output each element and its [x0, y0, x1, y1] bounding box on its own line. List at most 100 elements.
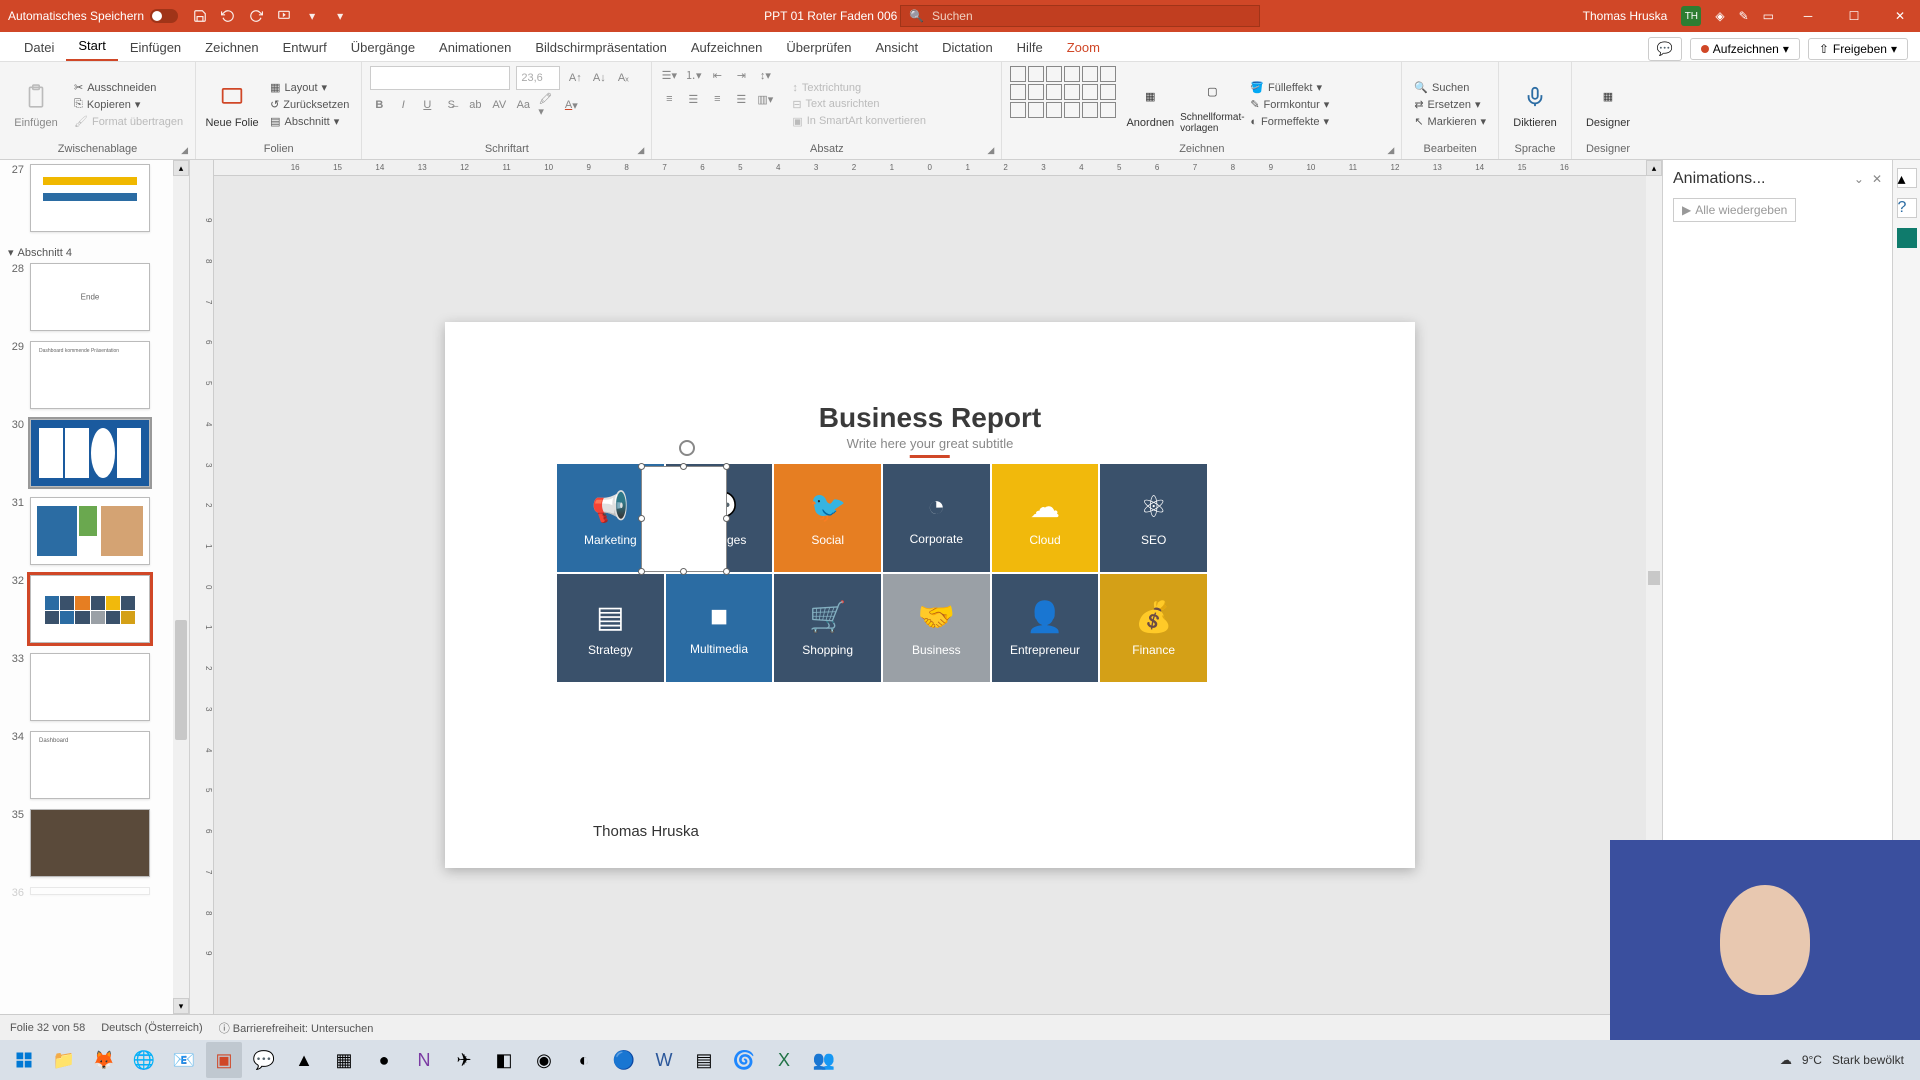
resize-handle[interactable] — [723, 515, 730, 522]
tab-record[interactable]: Aufzeichnen — [679, 34, 775, 61]
close-pane-icon[interactable]: ✕ — [1872, 172, 1882, 186]
increase-indent-icon[interactable]: ⇥ — [732, 66, 750, 84]
accessibility-status[interactable]: ⓘ Barrierefreiheit: Untersuchen — [219, 1020, 374, 1036]
scroll-up-icon[interactable]: ▴ — [1646, 160, 1662, 176]
resize-handle[interactable] — [680, 568, 687, 575]
tab-transitions[interactable]: Übergänge — [339, 34, 427, 61]
tile-seo[interactable]: ⚛SEO — [1100, 464, 1207, 572]
tab-home[interactable]: Start — [66, 32, 117, 61]
clear-formatting-icon[interactable]: Aₓ — [614, 69, 632, 87]
redo-icon[interactable] — [248, 8, 264, 24]
coming-soon-icon[interactable]: ✎ — [1739, 9, 1749, 23]
tab-insert[interactable]: Einfügen — [118, 34, 193, 61]
scrollbar-thumb[interactable] — [175, 620, 187, 740]
teams-icon[interactable]: 👥 — [806, 1042, 842, 1078]
slide-counter[interactable]: Folie 32 von 58 — [10, 1022, 85, 1034]
powerpoint-icon[interactable]: ▣ — [206, 1042, 242, 1078]
thumbnail-scrollbar[interactable]: ▴ ▾ — [173, 160, 189, 1014]
tab-file[interactable]: Datei — [12, 34, 66, 61]
copy-button[interactable]: ⎘Kopieren▾ — [70, 97, 187, 112]
maximize-button[interactable]: ☐ — [1834, 0, 1874, 32]
section-header-4[interactable]: ▾Abschnitt 4 — [6, 242, 167, 263]
tab-review[interactable]: Überprüfen — [774, 34, 863, 61]
weather-icon[interactable]: ☁ — [1780, 1053, 1792, 1067]
shadow-icon[interactable]: ab — [466, 96, 484, 114]
highlight-icon[interactable]: 🖍▾ — [538, 96, 556, 114]
tab-draw[interactable]: Zeichnen — [193, 34, 270, 61]
save-icon[interactable] — [192, 8, 208, 24]
resize-handle[interactable] — [638, 568, 645, 575]
font-family-input[interactable] — [370, 66, 510, 90]
new-slide-button[interactable]: Neue Folie — [204, 66, 260, 143]
excel-icon[interactable]: X — [766, 1042, 802, 1078]
tile-multimedia[interactable]: ■Multimedia — [666, 574, 773, 682]
scroll-down-icon[interactable]: ▾ — [173, 998, 189, 1014]
resize-handle[interactable] — [680, 463, 687, 470]
strip-help-icon[interactable]: ? — [1897, 198, 1917, 218]
change-case-icon[interactable]: Aa — [514, 96, 532, 114]
find-button[interactable]: 🔍Suchen — [1410, 80, 1490, 95]
tile-finance[interactable]: 💰Finance — [1100, 574, 1207, 682]
text-direction-button[interactable]: ↕Textrichtung — [788, 81, 930, 95]
tab-zoom[interactable]: Zoom — [1055, 34, 1112, 61]
tile-shopping[interactable]: 🛒Shopping — [774, 574, 881, 682]
paste-button[interactable]: Einfügen — [8, 66, 64, 143]
thumbnail-33[interactable]: 33 — [6, 653, 167, 721]
record-button[interactable]: Aufzeichnen▾ — [1690, 38, 1800, 60]
underline-icon[interactable]: U — [418, 96, 436, 114]
tile-social[interactable]: 🐦Social — [774, 464, 881, 572]
app-icon-1[interactable]: 💬 — [246, 1042, 282, 1078]
thumbnail-27[interactable]: 27 — [6, 164, 167, 232]
thumbnail-29[interactable]: 29Dashboard kommende Präsentation — [6, 341, 167, 409]
qat-customize-icon[interactable]: ▾ — [332, 8, 348, 24]
dialog-launcher-icon[interactable]: ◢ — [1387, 145, 1399, 157]
cut-button[interactable]: ✂Ausschneiden — [70, 80, 187, 95]
cloud-sync-icon[interactable]: ◈ — [1715, 9, 1724, 23]
scroll-up-icon[interactable]: ▴ — [173, 160, 189, 176]
bullets-icon[interactable]: ☰▾ — [660, 66, 678, 84]
tile-strategy[interactable]: ▤Strategy — [557, 574, 664, 682]
thumbnail-34[interactable]: 34Dashboard — [6, 731, 167, 799]
shape-fill-button[interactable]: 🪣Fülleffekt▾ — [1246, 80, 1333, 95]
decrease-font-icon[interactable]: A↓ — [590, 69, 608, 87]
chrome-icon[interactable]: 🌐 — [126, 1042, 162, 1078]
arrange-button[interactable]: ▦Anordnen — [1122, 66, 1178, 143]
thumbnail-36[interactable]: 36 — [6, 887, 167, 899]
shapes-gallery[interactable] — [1010, 66, 1116, 143]
layout-button[interactable]: ▦Layout▾ — [266, 80, 353, 95]
font-size-input[interactable]: 23,6 — [516, 66, 560, 90]
app-icon-5[interactable]: ◐ — [566, 1042, 602, 1078]
vlc-icon[interactable]: ▲ — [286, 1042, 322, 1078]
window-layout-icon[interactable]: ▭ — [1763, 9, 1774, 23]
share-button[interactable]: ⇧Freigeben▾ — [1808, 38, 1908, 60]
character-spacing-icon[interactable]: AV — [490, 96, 508, 114]
toggle-switch-icon[interactable] — [150, 9, 178, 23]
thumbnail-35[interactable]: 35 — [6, 809, 167, 877]
font-color-icon[interactable]: A▾ — [562, 96, 580, 114]
strikethrough-icon[interactable]: S̶ — [442, 96, 460, 114]
user-avatar[interactable]: TH — [1681, 6, 1701, 26]
app-icon-2[interactable]: ▦ — [326, 1042, 362, 1078]
tile-entrepreneur[interactable]: 👤Entrepreneur — [992, 574, 1099, 682]
reset-button[interactable]: ↺Zurücksetzen — [266, 97, 353, 112]
resize-handle[interactable] — [638, 515, 645, 522]
start-button[interactable] — [6, 1042, 42, 1078]
thumbnail-32[interactable]: 32 — [6, 575, 167, 643]
tile-corporate[interactable]: ◔Corporate — [883, 464, 990, 572]
tab-help[interactable]: Hilfe — [1005, 34, 1055, 61]
collapse-pane-icon[interactable]: ⌄ — [1854, 172, 1864, 186]
onenote-icon[interactable]: N — [406, 1042, 442, 1078]
minimize-button[interactable]: ─ — [1788, 0, 1828, 32]
tab-view[interactable]: Ansicht — [863, 34, 930, 61]
dialog-launcher-icon[interactable]: ◢ — [181, 145, 193, 157]
scrollbar-thumb[interactable] — [1648, 571, 1660, 585]
replace-button[interactable]: ⇄Ersetzen▾ — [1410, 97, 1490, 112]
justify-icon[interactable]: ☰ — [732, 90, 750, 108]
decrease-indent-icon[interactable]: ⇤ — [708, 66, 726, 84]
align-text-button[interactable]: ⊟Text ausrichten — [788, 97, 930, 112]
play-all-button[interactable]: ▶Alle wiedergeben — [1673, 198, 1796, 222]
increase-font-icon[interactable]: A↑ — [566, 69, 584, 87]
designer-button[interactable]: ▦Designer — [1580, 66, 1636, 143]
format-painter-button[interactable]: 🖌Format übertragen — [70, 114, 187, 129]
columns-icon[interactable]: ▥▾ — [756, 90, 774, 108]
